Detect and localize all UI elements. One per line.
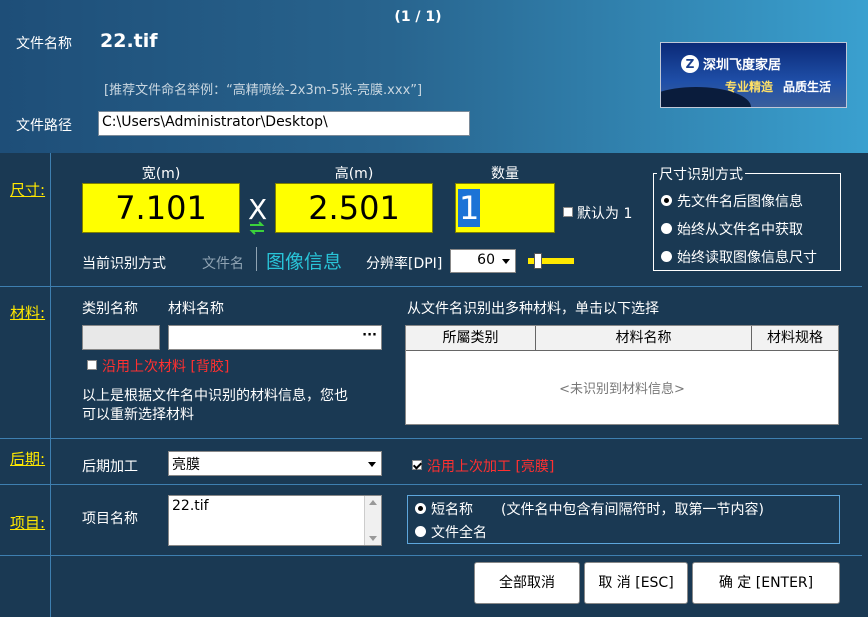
file-name-value: 22.tif xyxy=(100,30,158,52)
material-table[interactable]: 所屬类别 材料名称 材料规格 <未识别到材料信息> xyxy=(405,325,839,425)
quantity-input[interactable]: 1 xyxy=(455,183,555,233)
table-header-category[interactable]: 所屬类别 xyxy=(406,326,536,351)
reuse-material-label: 沿用上次材料 [背胶] xyxy=(102,359,230,375)
post-process-label: 后期加工 xyxy=(82,459,138,475)
ad-company-name: 深圳飞度家居 xyxy=(703,58,782,73)
material-browse-button[interactable]: ··· xyxy=(362,328,377,343)
material-category-input[interactable] xyxy=(82,325,160,350)
table-empty-message: <未识别到材料信息> xyxy=(559,382,685,397)
table-header-name[interactable]: 材料名称 xyxy=(536,326,752,351)
short-name-description: (文件名中包含有间隔符时，取第一节内容) xyxy=(501,502,764,518)
reuse-material-checkbox[interactable] xyxy=(87,360,97,370)
post-process-value: 亮膜 xyxy=(172,457,200,473)
material-info-line-2: 可以重新选择材料 xyxy=(82,407,194,423)
page-counter: (1 / 1) xyxy=(394,9,442,25)
dpi-select[interactable]: 60 xyxy=(450,249,516,273)
short-name-radio[interactable] xyxy=(415,503,426,514)
recog-option-radio-1[interactable] xyxy=(661,195,672,206)
recog-option-label-2: 始终从文件名中获取 xyxy=(677,222,803,238)
section-divider-size xyxy=(0,286,862,287)
section-divider-vertical xyxy=(50,153,51,617)
project-name-input[interactable]: 22.tif xyxy=(168,495,382,546)
recog-option-radio-2[interactable] xyxy=(661,223,672,234)
file-path-input[interactable]: C:\Users\Administrator\Desktop\ xyxy=(98,111,470,136)
quantity-selected-text: 1 xyxy=(458,189,481,227)
project-scrollbar[interactable] xyxy=(364,496,381,545)
width-input[interactable]: 7.101 xyxy=(82,183,240,233)
recog-option-label-1: 先文件名后图像信息 xyxy=(677,194,803,210)
width-title: 宽(m) xyxy=(141,166,181,182)
recog-option-radio-3[interactable] xyxy=(661,251,672,262)
section-label-post: 后期: xyxy=(10,450,46,468)
ad-slogan-1: 专业精造 xyxy=(725,80,774,94)
dpi-value: 60 xyxy=(477,252,495,268)
scroll-down-icon[interactable] xyxy=(369,536,377,541)
multi-material-hint: 从文件名识别出多种材料，单击以下选择 xyxy=(407,301,659,317)
full-name-radio[interactable] xyxy=(415,526,426,537)
reuse-post-checkbox[interactable] xyxy=(412,460,422,470)
mode-image-info: 图像信息 xyxy=(266,251,343,273)
cancel-button[interactable]: 取 消 [ESC] xyxy=(584,562,688,604)
project-name-value: 22.tif xyxy=(172,498,209,514)
project-name-label: 项目名称 xyxy=(82,511,138,527)
current-mode-label: 当前识别方式 xyxy=(82,256,166,272)
dpi-label: 分辨率[DPI] xyxy=(366,256,443,272)
header-panel: (1 / 1) 文件名称 22.tif [推荐文件命名举例：“高精喷绘-2x3m… xyxy=(0,0,868,153)
file-path-label: 文件路径 xyxy=(16,118,72,134)
material-name-label: 材料名称 xyxy=(168,301,224,317)
ad-slogan-2: 品质生活 xyxy=(783,80,832,94)
post-process-select[interactable]: 亮膜 xyxy=(168,451,382,476)
default-one-checkbox[interactable] xyxy=(563,207,573,217)
dpi-slider-handle[interactable] xyxy=(534,253,542,269)
recognition-mode-title: 尺寸识别方式 xyxy=(657,164,745,184)
ad-banner: Z 深圳飞度家居 专业精造 品质生活 xyxy=(660,42,847,108)
full-name-label: 文件全名 xyxy=(431,525,487,541)
material-category-label: 类别名称 xyxy=(82,301,138,317)
short-name-label: 短名称 xyxy=(431,502,473,518)
reuse-post-label: 沿用上次加工 [亮膜] xyxy=(427,459,555,475)
section-divider-post xyxy=(0,484,862,485)
ok-button[interactable]: 确 定 [ENTER] xyxy=(692,562,840,604)
table-header-spec[interactable]: 材料规格 xyxy=(752,326,838,351)
default-one-label: 默认为 1 xyxy=(577,206,633,222)
chevron-down-icon xyxy=(502,259,510,264)
section-divider-material xyxy=(0,438,862,439)
material-info-line-1: 以上是根据文件名中识别的材料信息，您也 xyxy=(82,388,348,404)
material-name-input[interactable]: ··· xyxy=(168,325,382,350)
scroll-up-icon[interactable] xyxy=(369,500,377,505)
height-input[interactable]: 2.501 xyxy=(275,183,433,233)
mode-divider xyxy=(256,247,257,271)
section-label-material: 材料: xyxy=(10,304,46,322)
naming-hint: [推荐文件命名举例：“高精喷绘-2x3m-5张-亮膜.xxx”] xyxy=(104,83,423,98)
cancel-all-button[interactable]: 全部取消 xyxy=(474,562,580,604)
file-name-label: 文件名称 xyxy=(16,36,72,52)
mode-filename: 文件名 xyxy=(202,256,244,272)
quantity-title: 数量 xyxy=(491,166,519,182)
company-logo-icon: Z xyxy=(681,55,699,73)
chevron-down-icon xyxy=(368,462,376,467)
swap-dimensions-icon[interactable] xyxy=(247,220,267,236)
section-label-project: 项目: xyxy=(10,514,46,532)
height-title: 高(m) xyxy=(334,166,374,182)
section-divider-project xyxy=(0,555,862,556)
section-label-size: 尺寸: xyxy=(10,181,46,199)
recog-option-label-3: 始终读取图像信息尺寸 xyxy=(677,250,817,266)
